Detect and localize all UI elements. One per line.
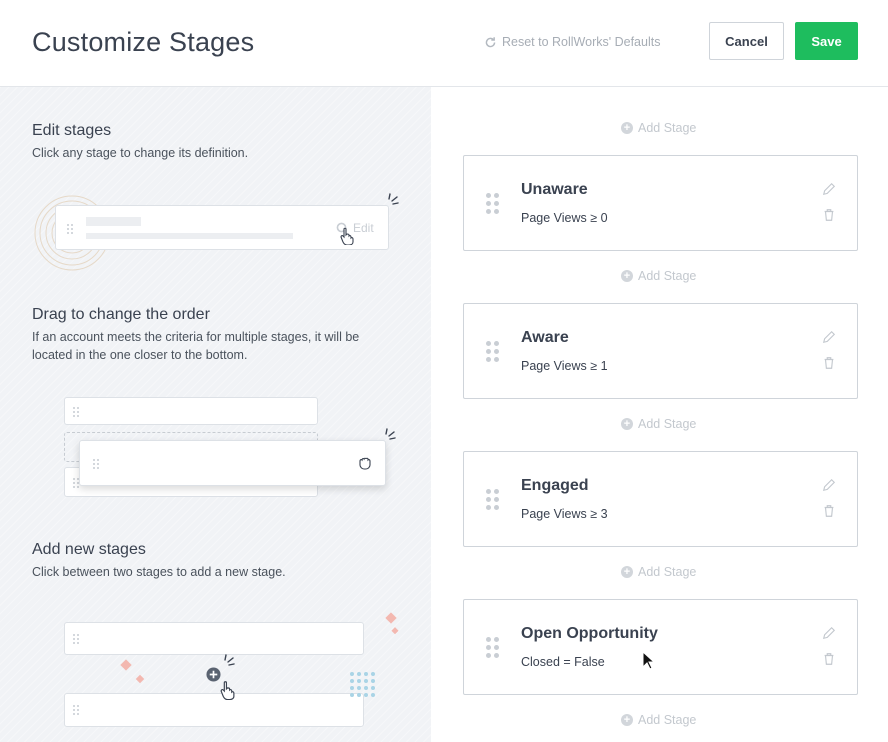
cancel-button[interactable]: Cancel bbox=[709, 22, 784, 60]
illus-add-card-top bbox=[64, 622, 364, 655]
plus-circle-icon: + bbox=[621, 714, 633, 726]
sparkle-icon bbox=[385, 428, 396, 440]
pencil-icon[interactable] bbox=[822, 478, 836, 492]
add-stage-button[interactable]: + Add Stage bbox=[621, 417, 696, 431]
stage-name: Unaware bbox=[521, 181, 588, 198]
stage-name: Aware bbox=[521, 329, 569, 346]
trash-icon[interactable] bbox=[822, 504, 836, 518]
add-stage-label: Add Stage bbox=[638, 565, 697, 579]
add-stage-label: Add Stage bbox=[638, 713, 697, 727]
stage-rule: Page Views ≥ 1 bbox=[521, 359, 608, 373]
mouse-cursor-icon bbox=[642, 651, 655, 670]
grab-hand-icon bbox=[359, 457, 371, 470]
stage-list: + Add Stage Unaware Page Views ≥ 0 + Add… bbox=[431, 87, 888, 742]
illus-add-card-bottom bbox=[64, 693, 364, 727]
add-stage-label: Add Stage bbox=[638, 417, 697, 431]
header: Customize Stages Reset to RollWorks' Def… bbox=[0, 0, 888, 87]
add-stage-button[interactable]: + Add Stage bbox=[621, 565, 696, 579]
pencil-icon[interactable] bbox=[822, 626, 836, 640]
diamond-decoration-icon bbox=[385, 612, 399, 635]
trash-icon[interactable] bbox=[822, 652, 836, 666]
sparkle-icon bbox=[388, 193, 399, 205]
pencil-icon[interactable] bbox=[822, 182, 836, 196]
illus-edit-card: Edit bbox=[55, 205, 389, 250]
plus-circle-icon: + bbox=[621, 122, 633, 134]
drag-handle-icon[interactable] bbox=[486, 637, 499, 658]
add-stages-title: Add new stages bbox=[32, 541, 146, 558]
plus-circle-icon: + bbox=[621, 418, 633, 430]
reset-icon bbox=[485, 36, 496, 47]
add-stage-label: Add Stage bbox=[638, 269, 697, 283]
edit-stages-title: Edit stages bbox=[32, 122, 112, 139]
dot-grid-decoration-icon bbox=[350, 672, 375, 697]
edit-stages-desc: Click any stage to change its definition… bbox=[32, 146, 249, 160]
sparkle-icon bbox=[224, 654, 235, 666]
stage-rule: Page Views ≥ 3 bbox=[521, 507, 608, 521]
page-title: Customize Stages bbox=[32, 27, 255, 57]
drag-handle-icon bbox=[67, 224, 73, 234]
save-button[interactable]: Save bbox=[795, 22, 858, 60]
trash-icon[interactable] bbox=[822, 356, 836, 370]
add-stages-desc: Click between two stages to add a new st… bbox=[32, 565, 286, 579]
stage-card[interactable]: Open Opportunity Closed = False bbox=[463, 599, 858, 695]
stage-rule: Page Views ≥ 0 bbox=[521, 211, 608, 225]
hand-pointer-icon bbox=[220, 681, 235, 700]
add-stage-button[interactable]: + Add Stage bbox=[621, 713, 696, 727]
hand-pointer-icon bbox=[340, 227, 354, 245]
stage-name: Engaged bbox=[521, 477, 589, 494]
pencil-icon[interactable] bbox=[822, 330, 836, 344]
stage-rule: Closed = False bbox=[521, 655, 605, 669]
drag-handle-icon[interactable] bbox=[486, 489, 499, 510]
illus-drag-card-top bbox=[64, 397, 318, 425]
reset-defaults-label: Reset to RollWorks' Defaults bbox=[502, 35, 661, 49]
drag-handle-icon[interactable] bbox=[486, 193, 499, 214]
reset-defaults-link[interactable]: Reset to RollWorks' Defaults bbox=[484, 35, 660, 49]
plus-circle-icon: + bbox=[621, 566, 633, 578]
add-stage-label: Add Stage bbox=[638, 121, 697, 135]
drag-order-desc: If an account meets the criteria for mul… bbox=[32, 330, 360, 362]
illus-dragged-card bbox=[79, 440, 386, 486]
help-panel: Edit stages Click any stage to change it… bbox=[0, 87, 431, 742]
stage-card[interactable]: Aware Page Views ≥ 1 bbox=[463, 303, 858, 399]
drag-handle-icon[interactable] bbox=[486, 341, 499, 362]
drag-handle-icon bbox=[93, 459, 99, 469]
trash-icon[interactable] bbox=[822, 208, 836, 222]
add-stage-button[interactable]: + Add Stage bbox=[621, 121, 696, 135]
diamond-decoration-icon bbox=[120, 659, 145, 684]
drag-order-title: Drag to change the order bbox=[32, 306, 210, 323]
stage-card[interactable]: Engaged Page Views ≥ 3 bbox=[463, 451, 858, 547]
plus-circle-icon: + bbox=[621, 270, 633, 282]
add-stage-button[interactable]: + Add Stage bbox=[621, 269, 696, 283]
stage-name: Open Opportunity bbox=[521, 625, 658, 642]
stage-card[interactable]: Unaware Page Views ≥ 0 bbox=[463, 155, 858, 251]
illus-edit-label: Edit bbox=[353, 221, 374, 235]
